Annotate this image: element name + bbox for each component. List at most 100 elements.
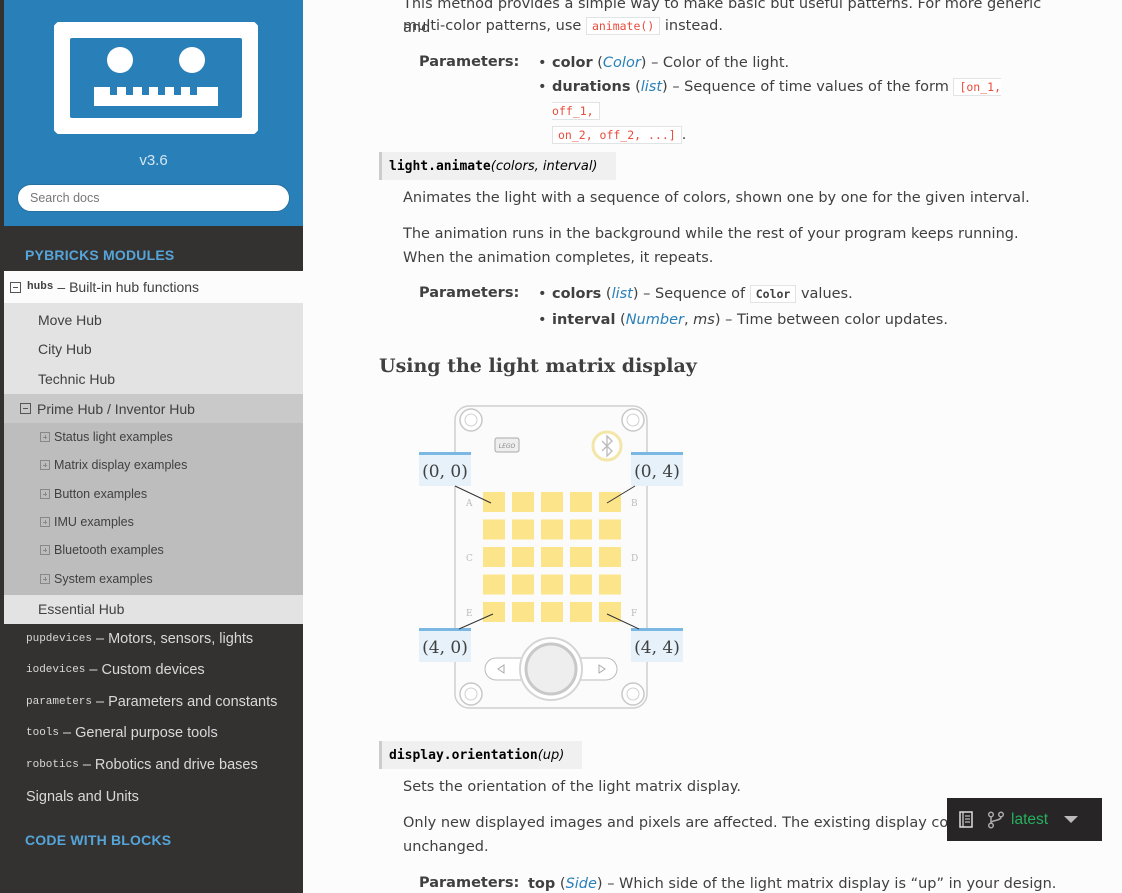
matrix-pixel-1-3	[570, 519, 592, 540]
color-code-link[interactable]: Color	[749, 285, 797, 303]
nav-item-essential-hub[interactable]: Essential Hub	[4, 594, 303, 623]
matrix-pixel-1-0	[483, 519, 505, 540]
coord-label-4-0: (4, 0)	[422, 638, 468, 658]
animate-desc-2: The animation runs in the background whi…	[403, 226, 1019, 266]
matrix-pixel-3-1	[512, 574, 534, 595]
animate-params-list: colors (list) – Sequence of Color values…	[538, 282, 1038, 332]
param-name: durations	[552, 79, 631, 95]
matrix-pixel-4-1	[512, 602, 534, 622]
nav-item-code: iodevices	[26, 664, 86, 676]
nav-item-imu-examples[interactable]: IMU examples	[4, 508, 303, 536]
nav-item-pupdevices[interactable]: pupdevices – Motors, sensors, lights	[4, 624, 303, 654]
animate-desc-1: Animates the light with a sequence of co…	[403, 190, 1030, 206]
sidebar-header: v3.6	[4, 0, 303, 226]
coord-label-0-0: (0, 0)	[422, 462, 468, 482]
caption-code-with-blocks: CODE WITH BLOCKS	[25, 832, 172, 848]
main-content: This method provides a simple way to mak…	[303, 0, 1122, 893]
orientation-signature: display.orientation (up)	[379, 741, 583, 769]
animate-code-link[interactable]: animate()	[585, 17, 661, 35]
durations-code: on_2, off_2, ...]	[552, 126, 682, 144]
collapse-icon[interactable]	[10, 281, 21, 293]
param-name: interval	[552, 312, 616, 328]
nav-item-label: Button examples	[54, 487, 148, 501]
param-desc: values.	[800, 286, 853, 302]
light-matrix	[483, 492, 621, 622]
nav-item-label: IMU examples	[54, 515, 134, 529]
caption-pybricks-modules: PYBRICKS MODULES	[25, 247, 175, 263]
nav-item-code: tools	[26, 727, 60, 739]
nav-prime-examples: Status light examples Matrix display exa…	[4, 423, 303, 595]
matrix-pixel-0-1	[512, 492, 534, 512]
nav-item-hubs[interactable]: hubs – Built-in hub functions	[4, 271, 303, 303]
side-type-link[interactable]: Side	[566, 876, 597, 892]
nav-item-robotics[interactable]: robotics – Robotics and drive bases	[4, 750, 303, 780]
corner-screw-br	[621, 682, 645, 706]
version-flyout[interactable]: latest	[947, 798, 1102, 841]
matrix-pixel-4-0	[483, 602, 505, 622]
nav-item-matrix-display-examples[interactable]: Matrix display examples	[4, 451, 303, 479]
param-desc: – Sequence of	[643, 286, 746, 302]
expand-icon[interactable]	[40, 432, 50, 442]
nav-item-move-hub[interactable]: Move Hub	[4, 305, 303, 334]
param-desc: .	[681, 127, 687, 143]
param-desc: – Time between color updates.	[725, 312, 948, 328]
param-colors: colors (list) – Sequence of Color values…	[538, 282, 1038, 306]
nav-item-label: – Parameters and constants	[96, 694, 278, 710]
matrix-pixel-3-2	[541, 574, 563, 595]
search-input[interactable]	[17, 184, 290, 212]
caret-down-icon[interactable]	[1064, 816, 1079, 823]
color-type-link[interactable]: Color	[603, 55, 641, 71]
nav-item-label: – Robotics and drive bases	[82, 757, 258, 773]
list-type-link[interactable]: list	[641, 79, 662, 95]
expand-icon[interactable]	[40, 460, 50, 470]
nav-item-tools[interactable]: tools – General purpose tools	[4, 718, 303, 748]
nav-item-city-hub[interactable]: City Hub	[4, 334, 303, 363]
nav-item-parameters[interactable]: parameters – Parameters and constants	[4, 687, 303, 717]
book-icon	[959, 811, 973, 828]
nav-item-signals-units[interactable]: Signals and Units	[4, 782, 303, 812]
param-color: color (Color) – Color of the light.	[538, 51, 1038, 75]
bluetooth-icon	[591, 430, 623, 462]
nav-item-system-examples[interactable]: System examples	[4, 565, 303, 593]
matrix-pixel-2-4	[599, 547, 621, 567]
nav-item-status-light-examples[interactable]: Status light examples	[4, 423, 303, 451]
blink-intro-line-2: multi-color patterns, use animate() inst…	[403, 14, 1053, 38]
svg-text:LEGO: LEGO	[499, 443, 516, 450]
port-label-c: C	[466, 554, 473, 564]
nav-item-code: pupdevices	[26, 633, 93, 645]
param-name: color	[552, 55, 593, 71]
param-top: top (Side) – Which side of the light mat…	[528, 876, 1057, 892]
corner-screw-tl	[459, 408, 483, 432]
nav-item-bluetooth-examples[interactable]: Bluetooth examples	[4, 536, 303, 564]
pybricks-logo-icon[interactable]	[54, 22, 258, 134]
collapse-icon[interactable]	[20, 403, 31, 414]
center-button	[524, 642, 578, 696]
nav-item-technic-hub[interactable]: Technic Hub	[4, 364, 303, 393]
matrix-pixel-2-3	[570, 547, 592, 567]
expand-icon[interactable]	[40, 574, 50, 584]
port-label-a: A	[465, 499, 473, 509]
list-type-link[interactable]: list	[612, 286, 633, 302]
params-label: Parameters:	[419, 285, 520, 301]
expand-icon[interactable]	[40, 489, 50, 499]
nav-item-button-examples[interactable]: Button examples	[4, 480, 303, 508]
signature-args: (colors, interval)	[490, 158, 598, 174]
corner-screw-bl	[459, 682, 483, 706]
nav-item-iodevices[interactable]: iodevices – Custom devices	[4, 655, 303, 685]
port-label-b: B	[631, 499, 638, 509]
nav-item-label: Prime Hub / Inventor Hub	[37, 400, 195, 417]
expand-icon[interactable]	[40, 517, 50, 527]
param-desc: – Color of the light.	[651, 55, 790, 71]
params-label: Parameters:	[419, 54, 520, 70]
nav-item-label: – Built-in hub functions	[57, 279, 200, 295]
hub-light-matrix-figure: LEGO A B C D E F (0, 0) (0, 4) (4, 0) (4…	[419, 405, 683, 709]
number-type-link[interactable]: Number	[626, 312, 684, 328]
corner-screw-tr	[621, 408, 645, 432]
expand-icon[interactable]	[40, 545, 50, 555]
port-label-f: F	[631, 609, 637, 619]
nav-item-prime-hub[interactable]: Prime Hub / Inventor Hub	[4, 394, 303, 423]
section-heading-light-matrix: Using the light matrix display	[379, 355, 697, 377]
sidebar: v3.6 PYBRICKS MODULES hubs – Built-in hu…	[0, 0, 303, 893]
matrix-pixel-3-3	[570, 574, 592, 595]
nav-item-label: Bluetooth examples	[54, 543, 164, 557]
